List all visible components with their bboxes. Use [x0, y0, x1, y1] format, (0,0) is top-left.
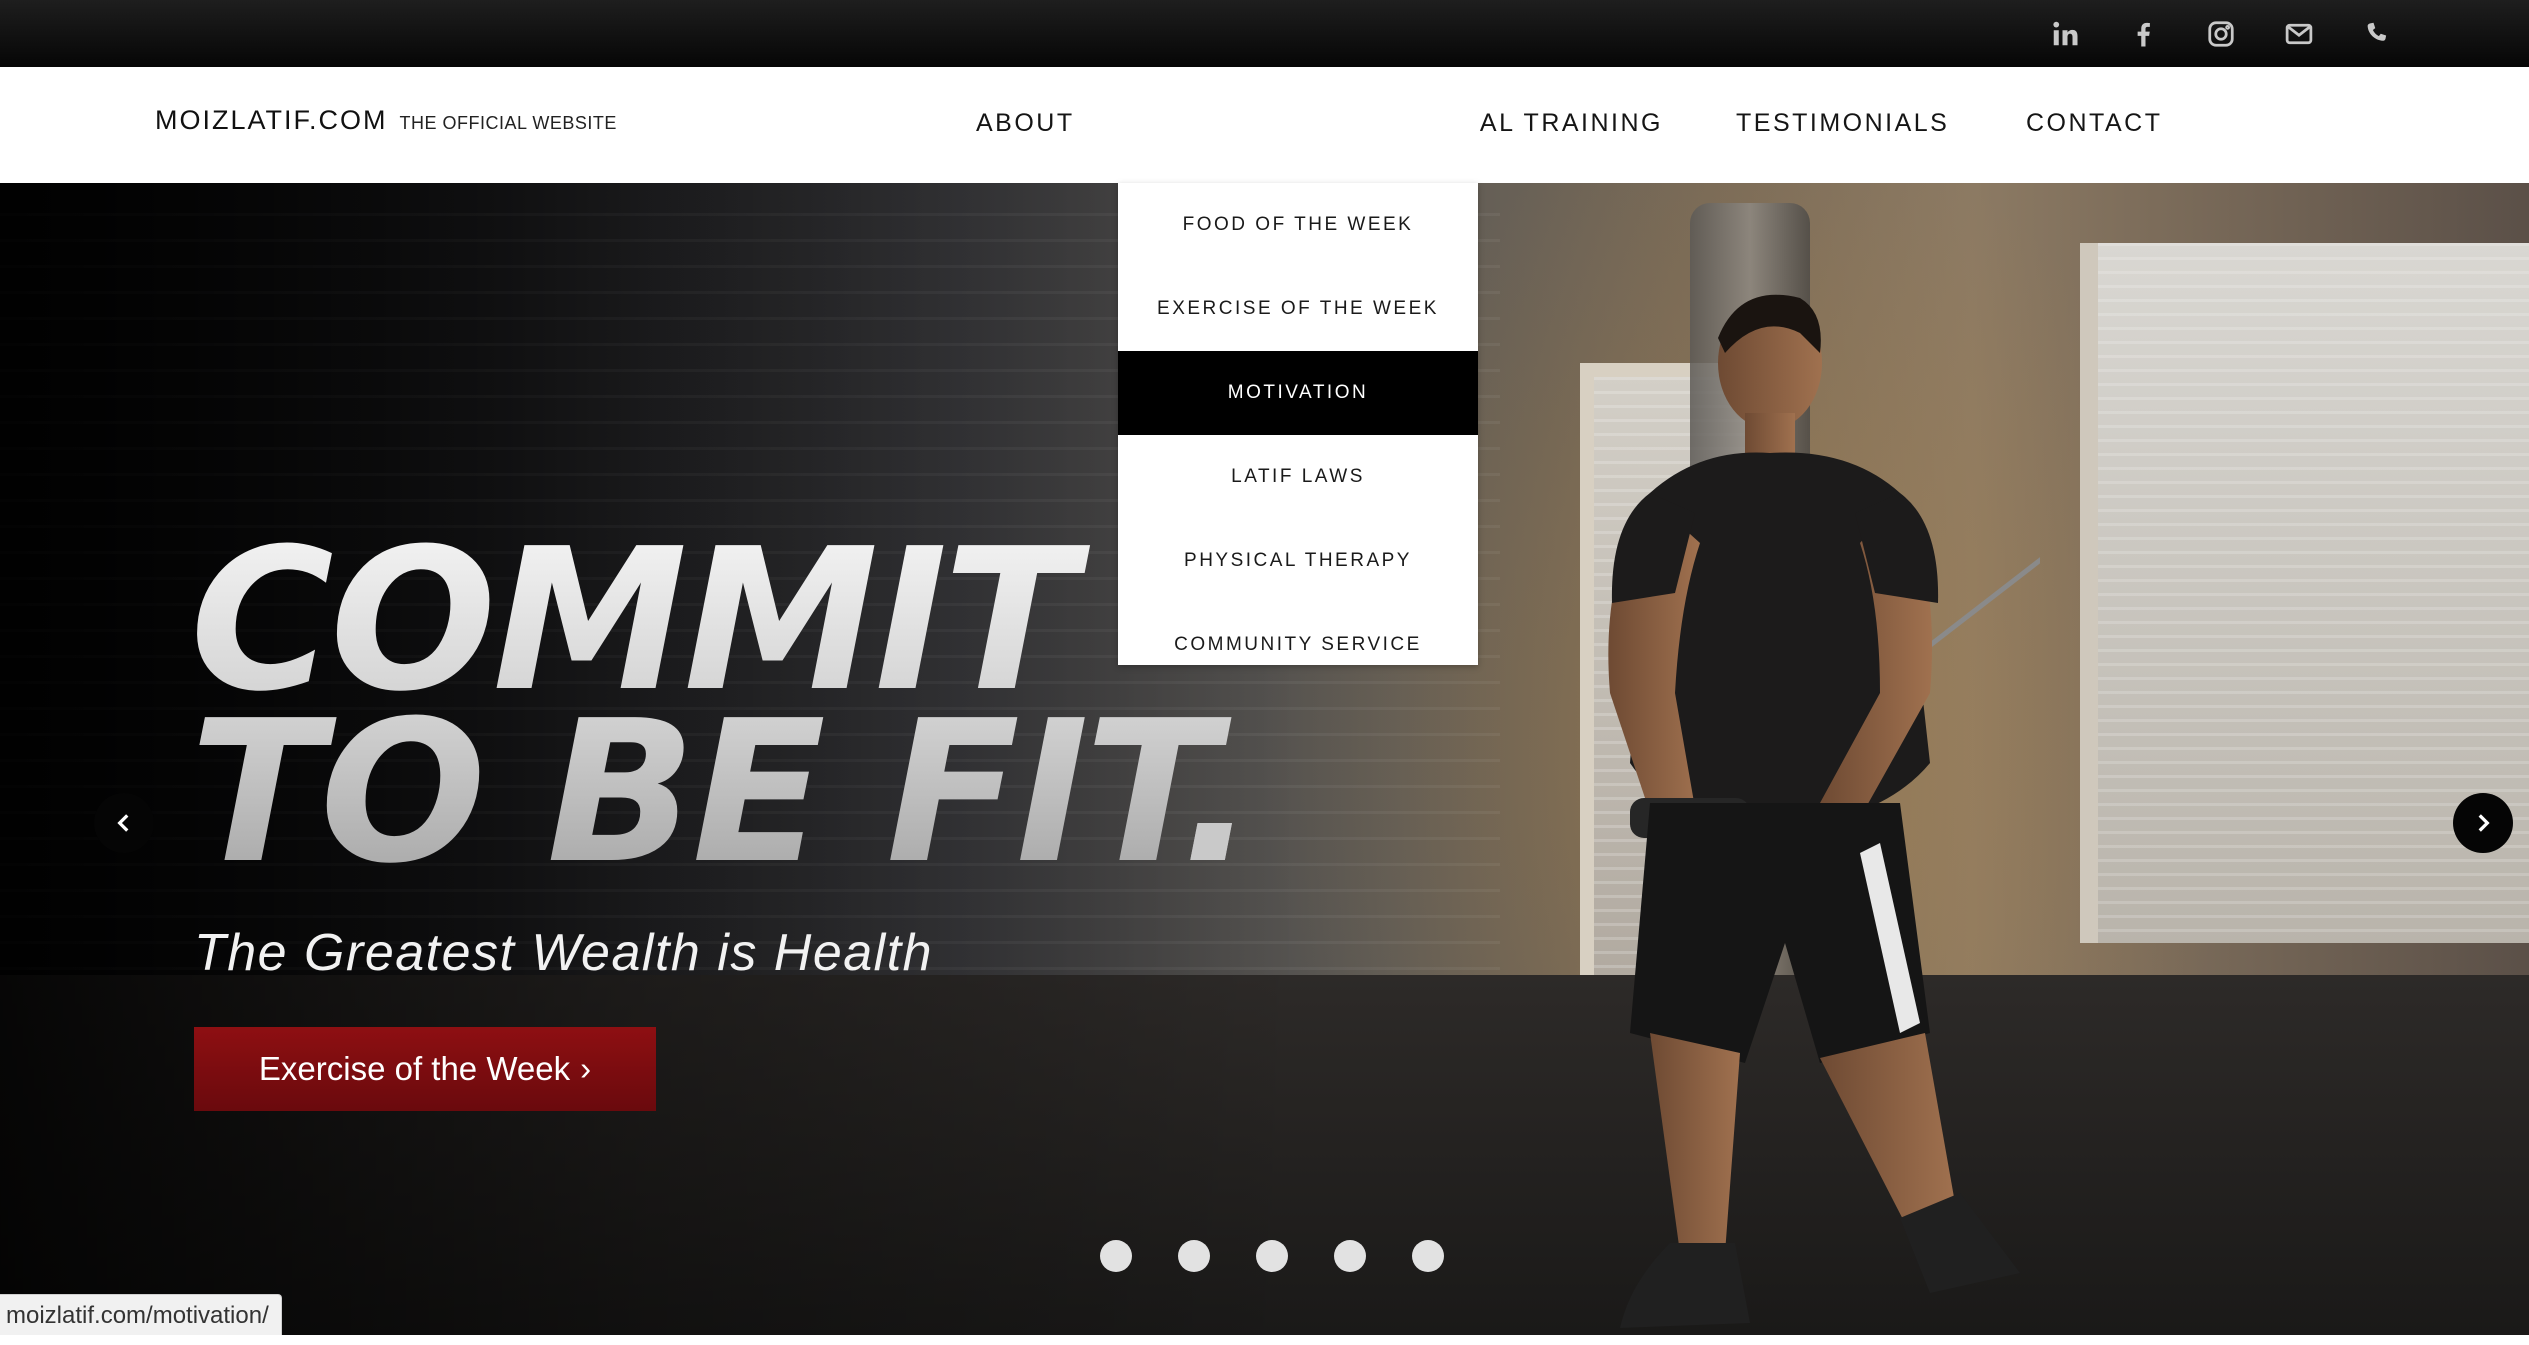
facebook-icon[interactable] — [2126, 17, 2160, 51]
slider-dot-4[interactable] — [1334, 1240, 1366, 1272]
headline-dot: . — [1181, 679, 1255, 907]
nav-dropdown-menu: FOOD OF THE WEEK EXERCISE OF THE WEEK MO… — [1118, 183, 1478, 665]
nav-contact[interactable]: CONTACT — [2026, 109, 2162, 138]
chevron-right-icon: › — [580, 1050, 592, 1087]
athlete-photo — [1608, 294, 2040, 1328]
headline-line-2: TO BE FIT. — [190, 695, 1255, 891]
dropdown-item-food-of-the-week[interactable]: FOOD OF THE WEEK — [1118, 183, 1478, 267]
slider-dot-5[interactable] — [1412, 1240, 1444, 1272]
brand-tagline: THE OFFICIAL WEBSITE — [399, 113, 617, 133]
dropdown-item-exercise-of-the-week[interactable]: EXERCISE OF THE WEEK — [1118, 267, 1478, 351]
slider-dot-2[interactable] — [1178, 1240, 1210, 1272]
mail-icon[interactable] — [2282, 17, 2316, 51]
nav-testimonials[interactable]: TESTIMONIALS — [1736, 109, 1949, 138]
hero-headline: COMMIT TO BE FIT. — [190, 535, 1255, 891]
phone-icon[interactable] — [2360, 17, 2394, 51]
chevron-right-icon — [2478, 814, 2490, 832]
slider-pagination — [1100, 1240, 1444, 1272]
cta-label: Exercise of the Week — [258, 1050, 571, 1087]
instagram-icon[interactable] — [2204, 17, 2238, 51]
nav-about[interactable]: ABOUT — [976, 109, 1075, 138]
slider-prev-button[interactable] — [94, 793, 154, 853]
slider-dot-3[interactable] — [1256, 1240, 1288, 1272]
social-bar — [0, 0, 2529, 67]
dropdown-item-latif-laws[interactable]: LATIF LAWS — [1118, 435, 1478, 519]
site-header: MOIZLATIF.COM THE OFFICIAL WEBSITE ABOUT… — [0, 67, 2529, 183]
headline-line-2-text: TO BE FIT — [190, 679, 1182, 907]
browser-status-url: moizlatif.com/motivation/ — [0, 1294, 282, 1336]
page-bottom-edge — [0, 1335, 2529, 1345]
slider-next-button[interactable] — [2453, 793, 2513, 853]
brand-name[interactable]: MOIZLATIF.COM — [155, 105, 388, 136]
exercise-of-the-week-button[interactable]: Exercise of the Week › — [194, 1027, 656, 1111]
nav-training-container: AL TRAINING — [1478, 67, 1668, 183]
nav-personal-training[interactable]: AL TRAINING — [1480, 109, 1663, 138]
social-links — [2048, 0, 2394, 67]
brand[interactable]: MOIZLATIF.COM THE OFFICIAL WEBSITE — [155, 105, 617, 136]
linkedin-icon[interactable] — [2048, 17, 2082, 51]
dropdown-item-motivation[interactable]: MOTIVATION — [1118, 351, 1478, 435]
dropdown-item-community-service[interactable]: COMMUNITY SERVICE — [1118, 603, 1478, 687]
chevron-left-icon — [117, 814, 129, 832]
dropdown-item-physical-therapy[interactable]: PHYSICAL THERAPY — [1118, 519, 1478, 603]
hero-tagline: The Greatest Wealth is Health — [194, 924, 934, 982]
slider-dot-1[interactable] — [1100, 1240, 1132, 1272]
